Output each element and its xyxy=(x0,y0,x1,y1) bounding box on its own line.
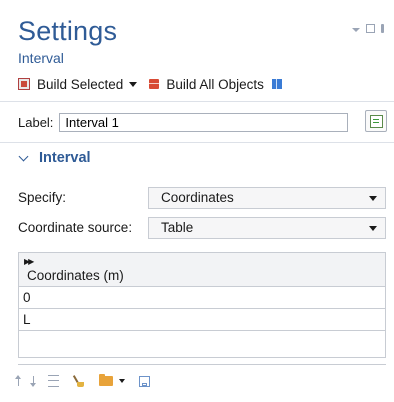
pin-icon[interactable] xyxy=(381,24,384,33)
label-row: Label: xyxy=(18,110,387,132)
settings-panel: Settings Interval Build Selected Build A… xyxy=(0,0,394,402)
build-selected-button[interactable]: Build Selected xyxy=(18,77,123,92)
table-toolbar xyxy=(15,373,150,389)
specify-select[interactable]: Coordinates xyxy=(148,186,386,209)
table-row[interactable]: L xyxy=(19,309,385,331)
build-selected-label: Build Selected xyxy=(37,76,124,92)
build-all-button[interactable]: Build All Objects xyxy=(149,77,264,92)
coordinate-source-value: Table xyxy=(161,219,194,235)
build-toolbar: Build Selected Build All Objects xyxy=(18,75,282,93)
maximize-icon[interactable] xyxy=(366,24,375,33)
coordinate-source-select[interactable]: Table xyxy=(148,216,386,239)
coordinate-source-row: Coordinate source: Table xyxy=(18,216,386,239)
table-row[interactable] xyxy=(19,331,385,357)
specify-value: Coordinates xyxy=(161,189,234,205)
move-down-icon[interactable] xyxy=(30,376,36,387)
build-selected-icon xyxy=(18,78,30,90)
panel-title: Settings xyxy=(18,16,118,46)
divider xyxy=(18,364,386,365)
table-icon[interactable] xyxy=(271,79,282,89)
build-all-icon xyxy=(149,79,160,89)
load-dropdown-icon[interactable] xyxy=(119,379,125,383)
menu-icon[interactable] xyxy=(352,27,360,32)
table-header: ▶▶ Coordinates (m) xyxy=(19,253,385,287)
label-input[interactable] xyxy=(59,113,349,132)
move-up-icon[interactable] xyxy=(15,375,21,386)
delete-rows-icon[interactable] xyxy=(48,375,59,387)
build-selected-dropdown-icon[interactable] xyxy=(129,81,138,87)
table-row[interactable]: 0 xyxy=(19,287,385,309)
window-controls xyxy=(352,24,384,33)
chevron-down-icon xyxy=(369,195,377,201)
specify-row: Specify: Coordinates xyxy=(18,186,386,209)
clear-table-icon[interactable] xyxy=(73,375,85,387)
coordinates-table: ▶▶ Coordinates (m) 0 L xyxy=(18,252,386,358)
chevron-down-icon xyxy=(369,225,377,231)
fast-forward-icon[interactable]: ▶▶ xyxy=(24,257,34,266)
save-to-file-icon[interactable] xyxy=(139,375,150,387)
section-header-interval[interactable]: Interval xyxy=(18,150,91,166)
build-all-label: Build All Objects xyxy=(166,76,264,92)
panel-subtitle: Interval xyxy=(18,50,64,66)
load-from-file-icon[interactable] xyxy=(99,374,113,386)
column-header-coordinates[interactable]: Coordinates (m) xyxy=(27,268,124,283)
specify-label: Specify: xyxy=(18,190,67,205)
divider xyxy=(0,101,394,102)
coordinate-source-label: Coordinate source: xyxy=(18,220,133,235)
section-title: Interval xyxy=(39,150,91,166)
chevron-down-icon xyxy=(18,151,29,161)
label-edit-button[interactable] xyxy=(365,110,387,132)
label-field-label: Label: xyxy=(18,115,54,130)
divider xyxy=(0,142,394,143)
